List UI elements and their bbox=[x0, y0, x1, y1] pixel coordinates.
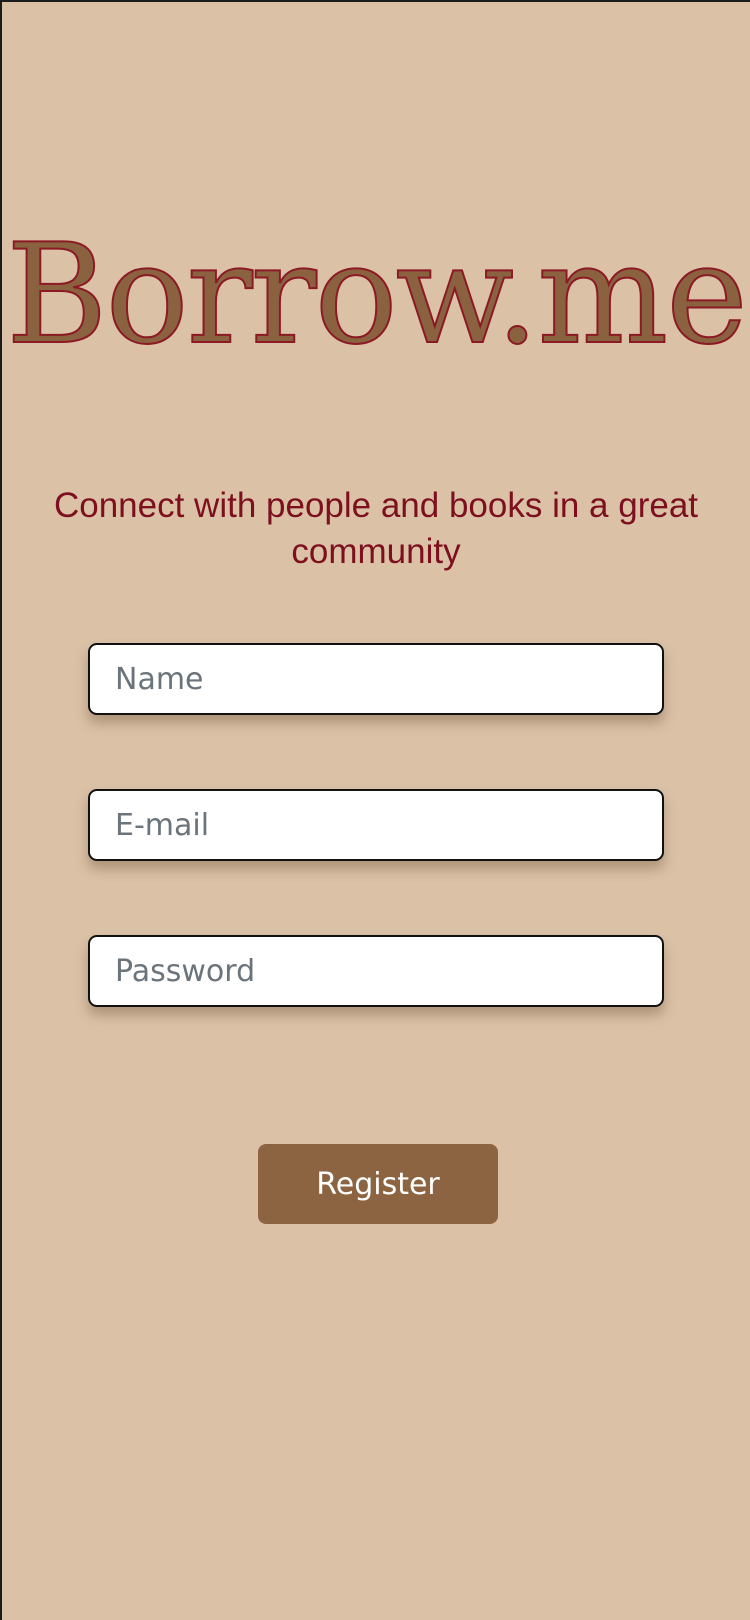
brand-logo: Borrow.me bbox=[5, 214, 749, 375]
password-input[interactable] bbox=[88, 935, 664, 1007]
register-button[interactable]: Register bbox=[258, 1144, 498, 1224]
tagline: Connect with people and books in a great… bbox=[53, 486, 699, 571]
register-page: Borrow.me Connect with people and books … bbox=[2, 2, 750, 1620]
name-input[interactable] bbox=[88, 643, 664, 715]
email-input[interactable] bbox=[88, 789, 664, 861]
